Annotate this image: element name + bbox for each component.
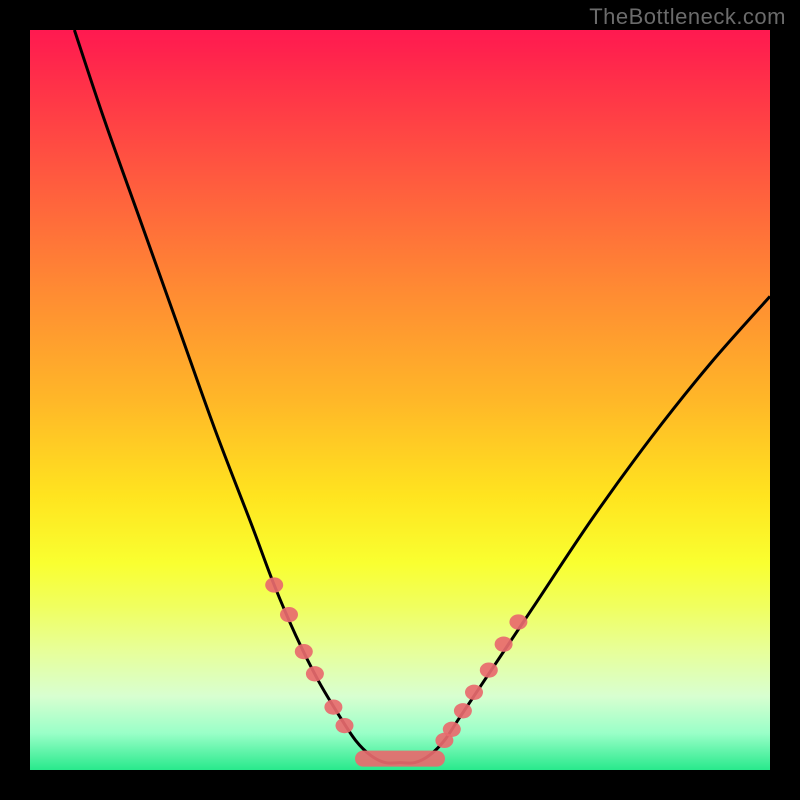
watermark-text: TheBottleneck.com	[589, 4, 786, 30]
marker-right-6	[509, 614, 527, 629]
marker-right-2	[454, 703, 472, 718]
marker-right-3	[465, 685, 483, 700]
marker-left-3	[306, 666, 324, 681]
marker-left-1	[280, 607, 298, 622]
marker-left-2	[295, 644, 313, 659]
marker-right-1	[443, 722, 461, 737]
bottleneck-curve-svg	[30, 30, 770, 770]
marker-right-4	[480, 662, 498, 677]
marker-bottom-run	[355, 751, 445, 767]
plot-area	[30, 30, 770, 770]
chart-frame: TheBottleneck.com	[0, 0, 800, 800]
marker-right-5	[495, 637, 513, 652]
marker-left-4	[324, 699, 342, 714]
bottleneck-curve	[74, 30, 770, 763]
marker-left-5	[336, 718, 354, 733]
marker-left-0	[265, 577, 283, 592]
